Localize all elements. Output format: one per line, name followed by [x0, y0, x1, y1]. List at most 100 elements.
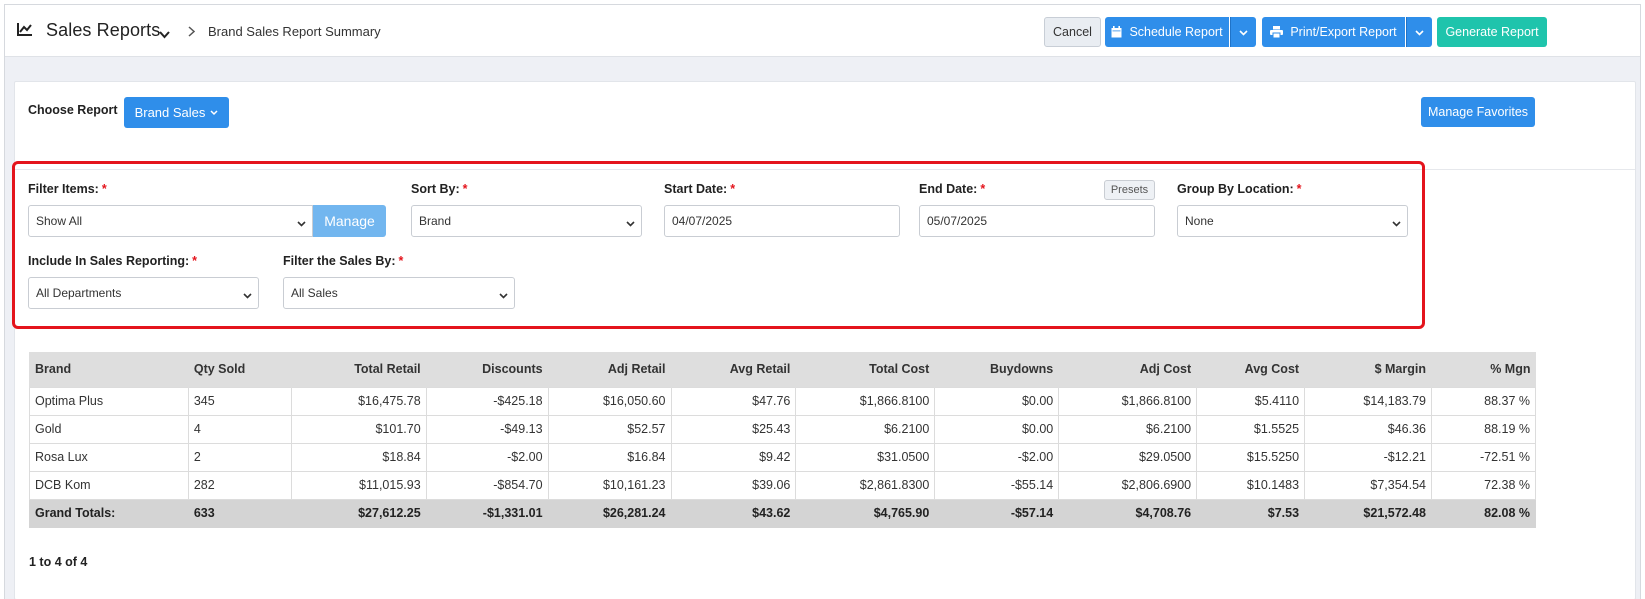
table-cell: $2,806.6900: [1058, 470, 1198, 500]
table-cell: Rosa Lux: [29, 442, 189, 472]
totals-cell: $4,765.90: [795, 498, 936, 528]
table-cell: $11,015.93: [290, 470, 427, 500]
column-header[interactable]: Adj Cost: [1058, 352, 1197, 387]
totals-cell: $21,572.48: [1304, 498, 1432, 528]
table-cell: $47.76: [670, 386, 797, 416]
table-cell: $14,183.79: [1304, 386, 1432, 416]
table-cell: 345: [187, 386, 292, 416]
totals-cell: $27,612.25: [290, 498, 427, 528]
report-selector-button[interactable]: Brand Sales: [124, 97, 229, 128]
chevron-down-icon[interactable]: [159, 27, 170, 42]
grand-totals-row: Grand Totals: 633 $27,612.25 -$1,331.01 …: [29, 498, 1537, 528]
print-export-label: Print/Export Report: [1290, 25, 1397, 39]
table-cell: DCB Kom: [29, 470, 189, 500]
column-header[interactable]: Qty Sold: [187, 352, 292, 387]
manage-favorites-button[interactable]: Manage Favorites: [1421, 97, 1535, 127]
column-header[interactable]: Avg Cost: [1196, 352, 1305, 387]
report-card: Choose Report Brand Sales Manage Favorit…: [12, 81, 1636, 599]
table-cell: $1,866.8100: [795, 386, 936, 416]
top-bar: Sales Reports Brand Sales Report Summary…: [5, 5, 1640, 57]
table-cell: -$2.00: [425, 442, 549, 472]
table-cell: $39.06: [670, 470, 797, 500]
pagination-summary: 1 to 4 of 4: [29, 555, 88, 569]
cancel-button[interactable]: Cancel: [1044, 17, 1101, 47]
totals-cell: -$57.14: [934, 498, 1060, 528]
table-cell: $101.70: [290, 414, 427, 444]
column-header[interactable]: Adj Retail: [547, 352, 671, 387]
choose-report-label: Choose Report: [28, 103, 118, 117]
report-table: Brand Qty Sold Total Retail Discounts Ad…: [29, 352, 1537, 528]
table-cell: 4: [187, 414, 292, 444]
print-export-options-toggle[interactable]: [1406, 17, 1432, 47]
table-cell: $1.5525: [1196, 414, 1306, 444]
column-header[interactable]: Discounts: [425, 352, 549, 387]
table-cell: -$12.21: [1304, 442, 1432, 472]
table-cell: 72.38 %: [1430, 470, 1537, 500]
table-cell: $25.43: [670, 414, 797, 444]
table-cell: 88.37 %: [1430, 386, 1537, 416]
table-cell: $2,861.8300: [795, 470, 936, 500]
table-cell: -72.51 %: [1430, 442, 1537, 472]
column-header[interactable]: Buydowns: [934, 352, 1059, 387]
totals-cell: 633: [187, 498, 292, 528]
chevron-right-icon: [188, 25, 196, 40]
table-cell: Gold: [29, 414, 189, 444]
totals-cell: $43.62: [670, 498, 797, 528]
schedule-options-toggle[interactable]: [1230, 17, 1256, 47]
table-cell: $0.00: [934, 386, 1060, 416]
table-row: DCB Kom 282 $11,015.93 -$854.70 $10,161.…: [29, 470, 1537, 500]
report-selector-label: Brand Sales: [134, 105, 206, 120]
table-cell: $18.84: [290, 442, 427, 472]
table-cell: $31.0500: [795, 442, 936, 472]
schedule-report-button[interactable]: Schedule Report: [1105, 17, 1229, 47]
table-row: Optima Plus 345 $16,475.78 -$425.18 $16,…: [29, 386, 1537, 416]
table-cell: $6.2100: [795, 414, 936, 444]
table-row: Rosa Lux 2 $18.84 -$2.00 $16.84 $9.42 $3…: [29, 442, 1537, 472]
totals-cell: Grand Totals:: [29, 498, 189, 528]
table-cell: -$854.70: [425, 470, 549, 500]
printer-icon: [1270, 26, 1284, 38]
table-cell: -$55.14: [934, 470, 1060, 500]
print-export-button[interactable]: Print/Export Report: [1262, 17, 1405, 47]
schedule-report-label: Schedule Report: [1129, 25, 1223, 39]
table-cell: $52.57: [547, 414, 672, 444]
table-cell: 88.19 %: [1430, 414, 1537, 444]
table-cell: $9.42: [670, 442, 797, 472]
totals-cell: $4,708.76: [1058, 498, 1198, 528]
app-frame: Sales Reports Brand Sales Report Summary…: [4, 4, 1641, 599]
table-cell: $16,050.60: [547, 386, 672, 416]
table-cell: $46.36: [1304, 414, 1432, 444]
totals-cell: $7.53: [1196, 498, 1306, 528]
chevron-down-icon: [1415, 25, 1424, 39]
table-cell: 282: [187, 470, 292, 500]
filter-highlight-box: [12, 161, 1425, 329]
table-cell: $5.4110: [1196, 386, 1306, 416]
totals-cell: $26,281.24: [547, 498, 672, 528]
column-header[interactable]: Total Retail: [290, 352, 427, 387]
column-header[interactable]: Avg Retail: [670, 352, 796, 387]
table-cell: $1,866.8100: [1058, 386, 1198, 416]
calendar-icon: [1111, 26, 1122, 38]
table-cell: $29.0500: [1058, 442, 1198, 472]
column-header[interactable]: $ Margin: [1304, 352, 1432, 387]
table-cell: $15.5250: [1196, 442, 1306, 472]
table-cell: -$2.00: [934, 442, 1060, 472]
page-title[interactable]: Sales Reports: [46, 20, 160, 41]
breadcrumb: Brand Sales Report Summary: [208, 24, 381, 39]
table-header-row: Brand Qty Sold Total Retail Discounts Ad…: [29, 352, 1536, 387]
table-row: Gold 4 $101.70 -$49.13 $52.57 $25.43 $6.…: [29, 414, 1537, 444]
generate-report-button[interactable]: Generate Report: [1437, 17, 1547, 47]
table-cell: $16,475.78: [290, 386, 427, 416]
table-cell: $0.00: [934, 414, 1060, 444]
column-header[interactable]: Brand: [29, 352, 189, 387]
table-cell: -$49.13: [425, 414, 549, 444]
column-header[interactable]: % Mgn: [1430, 352, 1536, 387]
line-chart-icon: [17, 22, 33, 39]
chevron-down-icon: [1239, 25, 1248, 39]
table-cell: $7,354.54: [1304, 470, 1432, 500]
table-cell: Optima Plus: [29, 386, 189, 416]
table-cell: -$425.18: [425, 386, 549, 416]
totals-cell: -$1,331.01: [425, 498, 549, 528]
column-header[interactable]: Total Cost: [795, 352, 935, 387]
table-cell: 2: [187, 442, 292, 472]
